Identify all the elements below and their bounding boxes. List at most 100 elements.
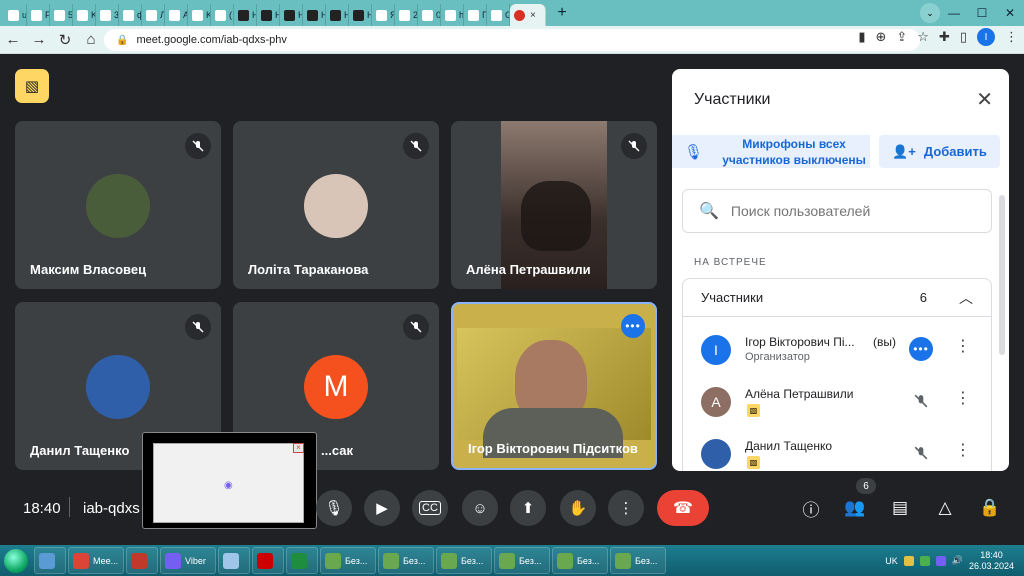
mic-button[interactable]: 🎙 — [316, 490, 352, 526]
taskbar-item[interactable] — [126, 547, 158, 574]
taskbar-item[interactable]: Без... — [610, 547, 666, 574]
chevron-up-icon[interactable]: ︿ — [959, 288, 973, 308]
host-controls-icon[interactable]: 🔒 — [977, 495, 1003, 521]
more-button[interactable]: ⋮ — [608, 490, 644, 526]
taskbar-item[interactable] — [34, 547, 66, 574]
tray-icon[interactable] — [919, 555, 930, 566]
extensions-icon[interactable]: ✚ — [939, 29, 950, 45]
browser-tab[interactable]: H — [280, 4, 303, 26]
participant-tile[interactable]: Максим Власовец — [15, 121, 221, 289]
tab-search-icon[interactable]: ⌄ — [920, 3, 940, 23]
browser-tab[interactable]: 3 — [96, 4, 119, 26]
browser-tab[interactable]: K — [73, 4, 96, 26]
browser-tab[interactable]: H — [303, 4, 326, 26]
reactions-button[interactable]: ☺ — [462, 490, 498, 526]
browser-tab[interactable]: H — [349, 4, 372, 26]
lock-icon: 🔒 — [116, 34, 129, 46]
mic-off-icon[interactable] — [909, 441, 933, 465]
taskbar-item[interactable]: Viber — [160, 547, 216, 574]
minimize-icon[interactable]: — — [940, 0, 968, 26]
share-icon[interactable]: ⇪ — [896, 29, 907, 45]
participant-tile[interactable]: Алёна Петрашвили — [451, 121, 657, 289]
people-icon[interactable]: 👥 — [842, 495, 868, 521]
close-icon[interactable]: ✕ — [976, 87, 993, 112]
taskbar-item[interactable] — [252, 547, 284, 574]
reload-icon[interactable]: ↻ — [52, 27, 78, 53]
self-video-tile[interactable]: ••• Ігор Вікторович Підситков — [451, 302, 657, 470]
present-button[interactable]: ⬆ — [510, 490, 546, 526]
camera-icon[interactable]: ▮ — [858, 29, 865, 45]
taskbar-item[interactable]: Без... — [494, 547, 550, 574]
close-window-icon[interactable]: ✕ — [996, 0, 1024, 26]
back-icon[interactable]: ← — [0, 27, 26, 53]
browser-tab[interactable]: h — [441, 4, 464, 26]
captions-button[interactable]: CC — [412, 490, 448, 526]
taskbar-item[interactable] — [286, 547, 318, 574]
home-icon[interactable]: ⌂ — [78, 27, 104, 53]
leave-call-button[interactable]: ☎ — [657, 490, 709, 526]
browser-tab[interactable]: G — [487, 4, 510, 26]
participant-row[interactable]: Данил Тащенко ▧ ⋮ — [683, 421, 991, 471]
raise-hand-button[interactable]: ✋ — [560, 490, 596, 526]
browser-tab[interactable]: A — [165, 4, 188, 26]
mute-all-button[interactable]: 🎙 Микрофоны всех участников выключены — [672, 135, 870, 168]
address-bar[interactable]: 🔒 meet.google.com/iab-qdxs-phv — [104, 29, 920, 51]
scrollbar[interactable] — [999, 195, 1005, 355]
kebab-menu-icon[interactable]: ⋮ — [955, 391, 971, 407]
browser-tab[interactable]: 0 — [418, 4, 441, 26]
group-header[interactable]: Участники 6 ︿ — [683, 279, 991, 317]
more-options-icon[interactable]: ••• — [909, 337, 933, 361]
volume-icon[interactable]: 🔊 — [952, 555, 963, 566]
activities-icon[interactable]: △ — [932, 495, 958, 521]
browser-tab[interactable]: ф — [119, 4, 142, 26]
browser-tab[interactable]: Я — [372, 4, 395, 26]
participant-row[interactable]: I Ігор Вікторович Пі... (вы) Организатор… — [683, 317, 991, 369]
zoom-icon[interactable]: ⊕ — [875, 29, 886, 45]
taskbar-item[interactable]: Без... — [552, 547, 608, 574]
browser-tab[interactable]: P — [27, 4, 50, 26]
maximize-icon[interactable]: ☐ — [968, 0, 996, 26]
kebab-menu-icon[interactable]: ⋮ — [955, 339, 971, 355]
bookmark-star-icon[interactable]: ☆ — [917, 29, 929, 45]
close-tab-icon[interactable]: × — [530, 10, 536, 21]
browser-tab[interactable]: 2 — [395, 4, 418, 26]
participant-tile[interactable]: Лоліта Тараканова — [233, 121, 439, 289]
new-tab-button[interactable]: + — [552, 3, 572, 23]
search-box[interactable]: 🔍 — [682, 189, 992, 233]
viber-preview-window[interactable]: × ◉ — [142, 432, 317, 529]
search-input[interactable] — [730, 203, 971, 219]
taskbar-item[interactable]: Без... — [320, 547, 376, 574]
taskbar-item[interactable] — [218, 547, 250, 574]
profile-avatar[interactable]: I — [977, 28, 995, 46]
viber-tray-icon[interactable] — [935, 555, 946, 566]
language-indicator[interactable]: UK — [885, 556, 898, 566]
info-icon[interactable]: ⓘ — [798, 495, 824, 521]
browser-tab[interactable]: Л — [142, 4, 165, 26]
taskbar-item[interactable]: Без... — [436, 547, 492, 574]
forward-icon[interactable]: → — [26, 27, 52, 53]
taskbar-item[interactable]: Мее... — [68, 547, 124, 574]
browser-tab[interactable]: Г — [464, 4, 487, 26]
browser-tab[interactable]: 5 — [50, 4, 73, 26]
browser-tab[interactable]: K — [188, 4, 211, 26]
chat-icon[interactable]: ▤ — [887, 495, 913, 521]
close-icon[interactable]: × — [293, 443, 304, 453]
taskbar-item[interactable]: Без... — [378, 547, 434, 574]
mic-off-icon[interactable] — [909, 389, 933, 413]
date-time[interactable]: 18:40 26.03.2024 — [969, 550, 1014, 572]
kebab-menu-icon[interactable]: ⋮ — [955, 443, 971, 459]
browser-tab[interactable]: H — [234, 4, 257, 26]
menu-icon[interactable]: ⋮ — [1005, 29, 1018, 45]
sidepanel-icon[interactable]: ▯ — [960, 29, 967, 45]
add-people-button[interactable]: 👤+ Добавить — [879, 135, 1000, 168]
participant-row[interactable]: А Алёна Петрашвили ▧ ⋮ — [683, 369, 991, 421]
browser-tab[interactable]: H — [257, 4, 280, 26]
camera-button[interactable]: ▶ — [364, 490, 400, 526]
more-options-icon[interactable]: ••• — [621, 314, 645, 338]
tray-icon[interactable] — [903, 555, 914, 566]
browser-tab-active[interactable]: × — [510, 4, 546, 26]
browser-tab[interactable]: H — [326, 4, 349, 26]
browser-tab[interactable]: ( — [211, 4, 234, 26]
browser-tab[interactable]: u — [4, 4, 27, 26]
start-button[interactable] — [0, 545, 32, 576]
